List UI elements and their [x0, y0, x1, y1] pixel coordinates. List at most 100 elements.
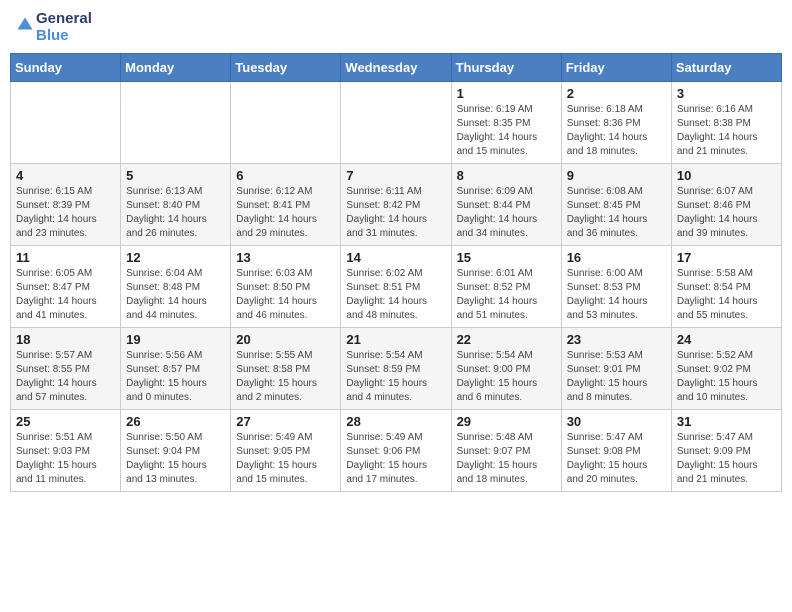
day-info: Sunrise: 5:47 AM Sunset: 9:09 PM Dayligh…: [677, 431, 776, 487]
day-info: Sunrise: 6:07 AM Sunset: 8:46 PM Dayligh…: [677, 185, 776, 241]
calendar-cell: 23Sunrise: 5:53 AM Sunset: 9:01 PM Dayli…: [561, 327, 671, 409]
day-number: 24: [677, 332, 776, 347]
day-number: 28: [346, 414, 445, 429]
day-info: Sunrise: 5:50 AM Sunset: 9:04 PM Dayligh…: [126, 431, 225, 487]
calendar-cell: 21 Sunrise: 5:54 AM Sunset: 8:59 PM Dayli…: [341, 327, 451, 409]
day-info: Sunrise: 6:03 AM Sunset: 8:50 PM Dayligh…: [236, 267, 335, 323]
day-info: Sunrise: 5:57 AM Sunset: 8:55 PM Dayligh…: [16, 349, 115, 405]
weekday-header-thursday: Thursday: [451, 53, 561, 81]
calendar-cell: 31Sunrise: 5:47 AM Sunset: 9:09 PM Dayli…: [671, 409, 781, 491]
day-number: 6: [236, 168, 335, 183]
day-info: Sunrise: 5:56 AM Sunset: 8:57 PM Dayligh…: [126, 349, 225, 405]
day-number: 22: [457, 332, 556, 347]
calendar-cell: 5Sunrise: 6:13 AM Sunset: 8:40 PM Daylig…: [121, 163, 231, 245]
day-number: 12: [126, 250, 225, 265]
day-number: 17: [677, 250, 776, 265]
calendar-cell: 24 Sunrise: 5:52 AM Sunset: 9:02 PM Dayli…: [671, 327, 781, 409]
weekday-header-tuesday: Tuesday: [231, 53, 341, 81]
calendar-cell: 26 Sunrise: 5:50 AM Sunset: 9:04 PM Dayli…: [121, 409, 231, 491]
day-number: 30: [567, 414, 666, 429]
calendar-week-5: 25Sunrise: 5:51 AM Sunset: 9:03 PM Dayli…: [11, 409, 782, 491]
calendar-cell: 25Sunrise: 5:51 AM Sunset: 9:03 PM Dayli…: [11, 409, 121, 491]
day-number: 26: [126, 414, 225, 429]
day-number: 18: [16, 332, 115, 347]
calendar-cell: 2 Sunrise: 6:18 AM Sunset: 8:36 PM Daylig…: [561, 81, 671, 163]
day-info: Sunrise: 6:01 AM Sunset: 8:52 PM Dayligh…: [457, 267, 556, 323]
weekday-header-monday: Monday: [121, 53, 231, 81]
day-info: Sunrise: 6:04 AM Sunset: 8:48 PM Dayligh…: [126, 267, 225, 323]
day-number: 29: [457, 414, 556, 429]
day-number: 11: [16, 250, 115, 265]
day-number: 4: [16, 168, 115, 183]
day-number: 7: [346, 168, 445, 183]
day-info: Sunrise: 6:02 AM Sunset: 8:51 PM Dayligh…: [346, 267, 445, 323]
day-info: Sunrise: 6:12 AM Sunset: 8:41 PM Dayligh…: [236, 185, 335, 241]
day-number: 20: [236, 332, 335, 347]
calendar-week-4: 18 Sunrise: 5:57 AM Sunset: 8:55 PM Dayli…: [11, 327, 782, 409]
calendar-cell: [231, 81, 341, 163]
day-info: Sunrise: 6:18 AM Sunset: 8:36 PM Dayligh…: [567, 103, 666, 159]
calendar-cell: 18 Sunrise: 5:57 AM Sunset: 8:55 PM Dayli…: [11, 327, 121, 409]
day-info: Sunrise: 5:55 AM Sunset: 8:58 PM Dayligh…: [236, 349, 335, 405]
weekday-header-wednesday: Wednesday: [341, 53, 451, 81]
day-info: Sunrise: 6:09 AM Sunset: 8:44 PM Dayligh…: [457, 185, 556, 241]
day-info: Sunrise: 6:15 AM Sunset: 8:39 PM Dayligh…: [16, 185, 115, 241]
day-info: Sunrise: 5:51 AM Sunset: 9:03 PM Dayligh…: [16, 431, 115, 487]
calendar-cell: [11, 81, 121, 163]
calendar-cell: 27Sunrise: 5:49 AM Sunset: 9:05 PM Dayli…: [231, 409, 341, 491]
day-info: Sunrise: 6:00 AM Sunset: 8:53 PM Dayligh…: [567, 267, 666, 323]
logo: GeneralBlue: [14, 10, 92, 45]
day-number: 5: [126, 168, 225, 183]
calendar-week-2: 4 Sunrise: 6:15 AM Sunset: 8:39 PM Daylig…: [11, 163, 782, 245]
day-number: 21: [346, 332, 445, 347]
day-number: 9: [567, 168, 666, 183]
day-number: 1: [457, 86, 556, 101]
day-number: 13: [236, 250, 335, 265]
calendar-cell: 4 Sunrise: 6:15 AM Sunset: 8:39 PM Daylig…: [11, 163, 121, 245]
weekday-header-friday: Friday: [561, 53, 671, 81]
calendar-cell: 28 Sunrise: 5:49 AM Sunset: 9:06 PM Dayli…: [341, 409, 451, 491]
page-header: GeneralBlue: [10, 10, 782, 45]
day-info: Sunrise: 6:11 AM Sunset: 8:42 PM Dayligh…: [346, 185, 445, 241]
calendar-cell: 6 Sunrise: 6:12 AM Sunset: 8:41 PM Daylig…: [231, 163, 341, 245]
day-info: Sunrise: 5:54 AM Sunset: 8:59 PM Dayligh…: [346, 349, 445, 405]
calendar-week-1: 1 Sunrise: 6:19 AM Sunset: 8:35 PM Daylig…: [11, 81, 782, 163]
day-info: Sunrise: 5:53 AM Sunset: 9:01 PM Dayligh…: [567, 349, 666, 405]
calendar-cell: 13 Sunrise: 6:03 AM Sunset: 8:50 PM Dayli…: [231, 245, 341, 327]
logo-icon: [16, 16, 34, 34]
day-info: Sunrise: 5:58 AM Sunset: 8:54 PM Dayligh…: [677, 267, 776, 323]
calendar-cell: [121, 81, 231, 163]
day-info: Sunrise: 5:48 AM Sunset: 9:07 PM Dayligh…: [457, 431, 556, 487]
weekday-header-saturday: Saturday: [671, 53, 781, 81]
calendar-cell: 11Sunrise: 6:05 AM Sunset: 8:47 PM Dayli…: [11, 245, 121, 327]
day-number: 8: [457, 168, 556, 183]
calendar-cell: 15 Sunrise: 6:01 AM Sunset: 8:52 PM Dayli…: [451, 245, 561, 327]
calendar-cell: 9 Sunrise: 6:08 AM Sunset: 8:45 PM Daylig…: [561, 163, 671, 245]
day-number: 15: [457, 250, 556, 265]
calendar-cell: 8 Sunrise: 6:09 AM Sunset: 8:44 PM Daylig…: [451, 163, 561, 245]
calendar-cell: 16 Sunrise: 6:00 AM Sunset: 8:53 PM Dayli…: [561, 245, 671, 327]
day-number: 3: [677, 86, 776, 101]
day-number: 2: [567, 86, 666, 101]
calendar-cell: 20 Sunrise: 5:55 AM Sunset: 8:58 PM Dayli…: [231, 327, 341, 409]
calendar-cell: [341, 81, 451, 163]
logo-text: GeneralBlue: [36, 10, 92, 45]
day-info: Sunrise: 6:16 AM Sunset: 8:38 PM Dayligh…: [677, 103, 776, 159]
day-info: Sunrise: 5:54 AM Sunset: 9:00 PM Dayligh…: [457, 349, 556, 405]
calendar-cell: 12 Sunrise: 6:04 AM Sunset: 8:48 PM Dayli…: [121, 245, 231, 327]
day-number: 27: [236, 414, 335, 429]
day-info: Sunrise: 5:49 AM Sunset: 9:06 PM Dayligh…: [346, 431, 445, 487]
day-info: Sunrise: 5:52 AM Sunset: 9:02 PM Dayligh…: [677, 349, 776, 405]
day-info: Sunrise: 6:08 AM Sunset: 8:45 PM Dayligh…: [567, 185, 666, 241]
calendar-table: SundayMondayTuesdayWednesdayThursdayFrid…: [10, 53, 782, 492]
calendar-cell: 30 Sunrise: 5:47 AM Sunset: 9:08 PM Dayli…: [561, 409, 671, 491]
day-number: 10: [677, 168, 776, 183]
calendar-cell: 7 Sunrise: 6:11 AM Sunset: 8:42 PM Daylig…: [341, 163, 451, 245]
calendar-header-row: SundayMondayTuesdayWednesdayThursdayFrid…: [11, 53, 782, 81]
day-number: 19: [126, 332, 225, 347]
day-info: Sunrise: 5:47 AM Sunset: 9:08 PM Dayligh…: [567, 431, 666, 487]
calendar-cell: 10 Sunrise: 6:07 AM Sunset: 8:46 PM Dayli…: [671, 163, 781, 245]
calendar-cell: 1 Sunrise: 6:19 AM Sunset: 8:35 PM Daylig…: [451, 81, 561, 163]
day-number: 16: [567, 250, 666, 265]
day-info: Sunrise: 6:19 AM Sunset: 8:35 PM Dayligh…: [457, 103, 556, 159]
